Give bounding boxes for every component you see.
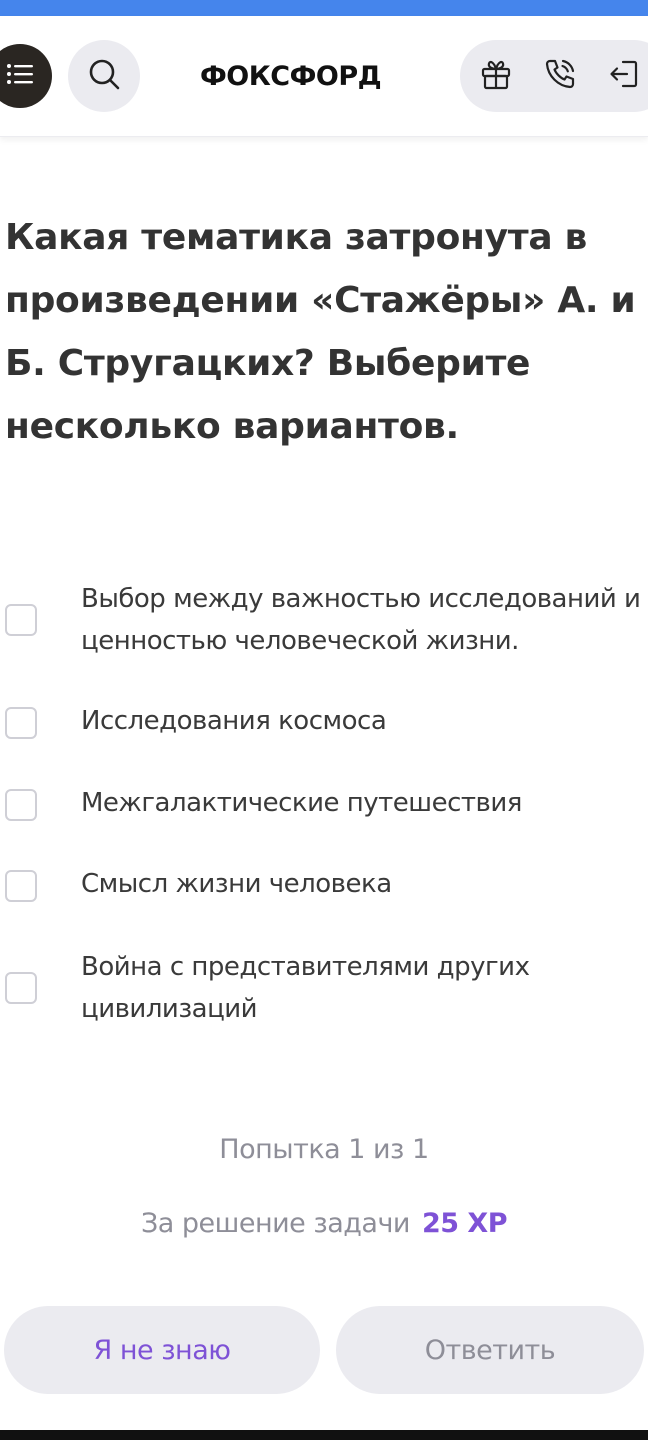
option-checkbox[interactable] [5,604,37,636]
reward-info: За решение задачи 25 XP [0,1204,648,1244]
option-item-3[interactable]: Межгалактические путешествия [0,782,648,828]
login-button[interactable] [606,58,642,94]
option-item-4[interactable]: Смысл жизни человека [0,863,648,909]
option-label[interactable]: Межгалактические путешествия [81,782,646,824]
answer-button[interactable]: Ответить [336,1306,644,1394]
option-item-5[interactable]: Война с представителями других цивилизац… [0,946,648,1034]
attempt-counter: Попытка 1 из 1 [219,1134,429,1165]
menu-button[interactable] [0,44,52,108]
status-strip [0,0,648,16]
option-label[interactable]: Выбор между важностью исследований и цен… [81,578,646,662]
search-icon [86,56,122,96]
header-actions [460,40,648,112]
option-label[interactable]: Смысл жизни человека [81,863,646,905]
option-checkbox[interactable] [5,707,37,739]
option-item-2[interactable]: Исследования космоса [0,700,648,746]
option-checkbox[interactable] [5,870,37,902]
dont-know-button[interactable]: Я не знаю [4,1306,320,1394]
header: ФОКСФОРД [0,16,648,137]
gift-icon [479,57,513,95]
search-button[interactable] [68,40,140,112]
login-icon [607,57,641,95]
option-checkbox[interactable] [5,789,37,821]
option-item-1[interactable]: Выбор между важностью исследований и цен… [0,578,648,666]
bottom-bar [0,1430,648,1440]
reward-label: За решение задачи [140,1208,411,1239]
question-title: Какая тематика затронута в произведении … [5,217,636,447]
gift-button[interactable] [478,58,514,94]
option-label[interactable]: Война с представителями других цивилизац… [81,946,646,1030]
phone-button[interactable] [542,58,578,94]
list-icon [3,57,37,95]
option-label[interactable]: Исследования космоса [81,700,646,742]
reward-xp-value: 25 XP [421,1208,508,1239]
option-checkbox[interactable] [5,972,37,1004]
phone-icon [542,56,578,96]
logo[interactable]: ФОКСФОРД [200,56,400,96]
